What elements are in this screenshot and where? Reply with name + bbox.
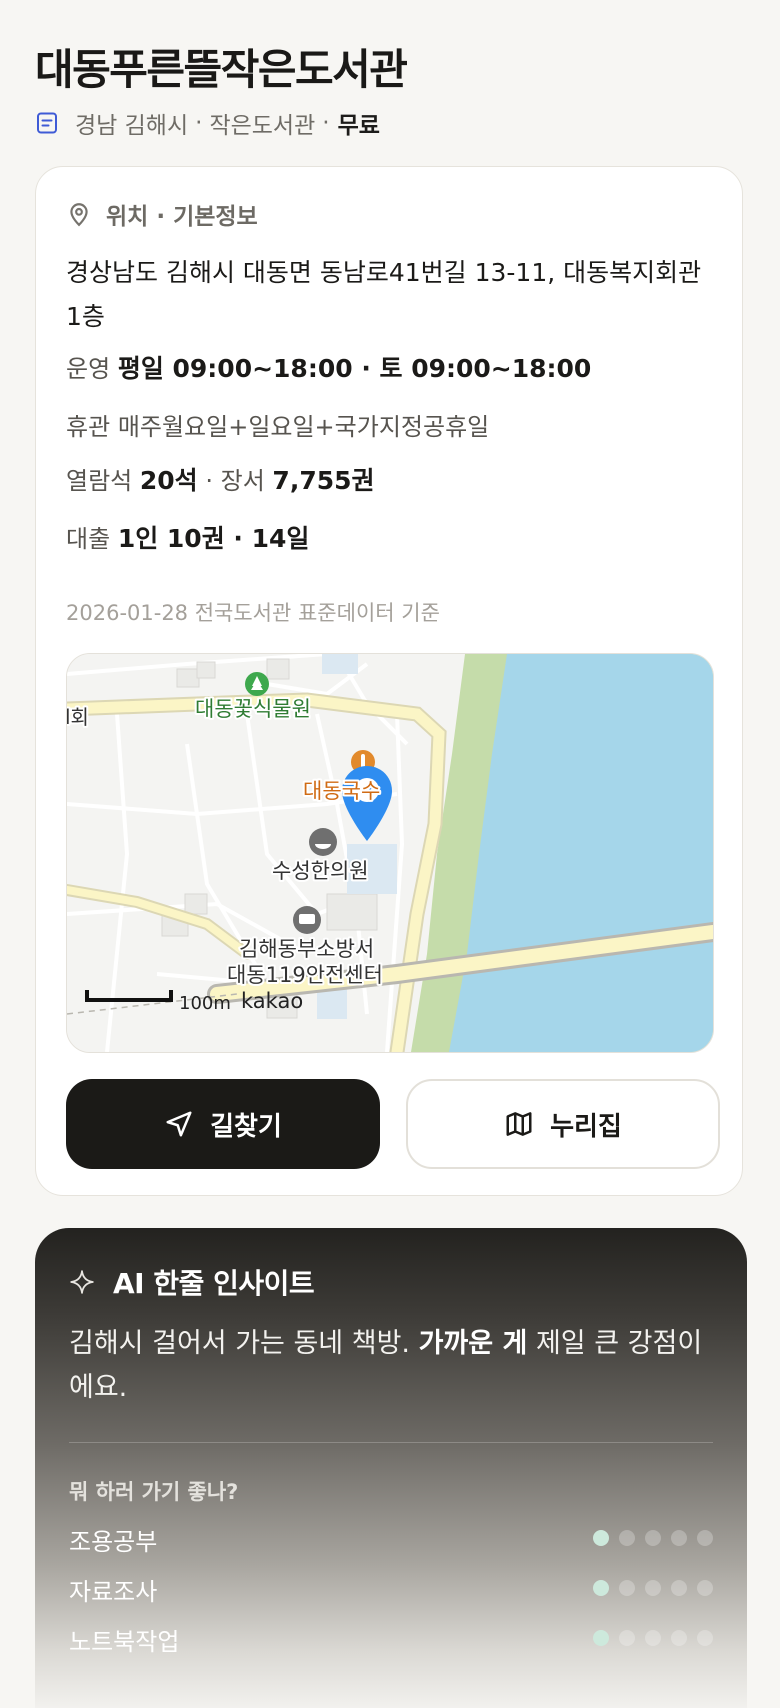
activity-question: 뭐 하러 가기 좋나?: [69, 1480, 239, 1504]
separator: ·: [205, 467, 213, 495]
ai-insight-title: AI 한줄 인사이트: [113, 1267, 315, 1300]
document-icon: [37, 112, 57, 134]
rating-dot: [619, 1580, 635, 1596]
hours-value: 평일 09:00~18:00 · 토 09:00~18:00: [117, 354, 592, 383]
activity-label: 노트북작업: [69, 1628, 180, 1656]
map-view[interactable]: 대동꽃식물원 l회 대동국수 수성한의원 김해동부소방서 대동119안전센터 1…: [66, 653, 714, 1053]
section-title: 위치 · 기본정보: [106, 204, 258, 230]
rating-dot: [593, 1530, 609, 1546]
rating-dot: [697, 1580, 713, 1596]
rating-dot: [645, 1580, 661, 1596]
hours-label: 운영: [66, 355, 111, 383]
divider: [69, 1442, 713, 1443]
hours-row: 운영 평일 09:00~18:00 · 토 09:00~18:00: [66, 349, 591, 385]
loan-row: 대출 1인 10권 · 14일: [66, 519, 309, 555]
activity-row: 노트북작업: [69, 1622, 713, 1656]
rating-dot: [697, 1530, 713, 1546]
rating-dot: [619, 1630, 635, 1646]
truck-glyph: [299, 914, 315, 924]
closed-value: 매주월요일+일요일+국가지정공휴일: [117, 413, 490, 441]
activity-row: 자료조사: [69, 1572, 713, 1606]
region-text: 경남 김해시: [75, 113, 189, 139]
library-meta: 경남 김해시 · 작은도서관 · 무료: [35, 106, 380, 140]
rating-dot: [671, 1630, 687, 1646]
activity-rating: [593, 1530, 713, 1546]
section-header: 위치 · 기본정보: [66, 197, 258, 231]
activity-rating: [593, 1580, 713, 1596]
map-canvas[interactable]: 대동꽃식물원 l회 대동국수 수성한의원 김해동부소방서 대동119안전센터 1…: [67, 654, 713, 1052]
seats-value: 20석: [139, 466, 198, 495]
data-source-note: 2026-01-28 전국도서관 표준데이터 기준: [66, 601, 440, 625]
rating-dot: [697, 1630, 713, 1646]
activity-label: 조용공부: [69, 1528, 158, 1556]
activity-row: 조용공부: [69, 1522, 713, 1556]
activity-label: 자료조사: [69, 1578, 158, 1606]
map-label-clinic: 수성한의원: [272, 859, 369, 883]
insight-highlight: 가까운 게: [418, 1328, 528, 1359]
ai-insight-card: AI 한줄 인사이트 김해시 걸어서 가는 동네 책방. 가까운 게 제일 큰 …: [35, 1228, 747, 1708]
info-card: 위치 · 기본정보 경상남도 김해시 대동면 동남로41번길 13-11, 대동…: [35, 166, 743, 1196]
website-button[interactable]: 누리집: [406, 1079, 720, 1169]
page-title: 대동푸른뜰작은도서관: [35, 45, 408, 94]
ai-insight-text: 김해시 걸어서 가는 동네 책방. 가까운 게 제일 큰 강점이에요.: [69, 1322, 709, 1410]
capacity-row: 열람석 20석 · 장서 7,755권: [66, 461, 375, 497]
address-text: 경상남도 김해시 대동면 동남로41번길 13-11, 대동복지회관 1층: [66, 258, 702, 331]
books-label: 장서: [220, 467, 265, 495]
ai-insight-header: AI 한줄 인사이트: [69, 1262, 315, 1302]
map-label-fire-station: 김해동부소방서: [239, 937, 374, 961]
map-provider-logo: kakao: [241, 989, 303, 1013]
map-icon: [506, 1112, 532, 1136]
rating-dot: [645, 1530, 661, 1546]
separator: ·: [322, 110, 330, 136]
closed-row: 휴관 매주월요일+일요일+국가지정공휴일: [66, 407, 489, 442]
clinic-icon: [309, 828, 337, 856]
scale-label: 100m: [179, 993, 231, 1014]
building-block: [322, 654, 358, 674]
map-label-restaurant: 대동국수: [303, 779, 380, 803]
rating-dot: [671, 1580, 687, 1596]
rating-dot: [593, 1580, 609, 1596]
map-label-safety-center: 대동119안전센터: [227, 963, 383, 987]
seats-label: 열람석: [66, 467, 133, 495]
directions-button[interactable]: 길찾기: [66, 1079, 380, 1169]
website-label: 누리집: [550, 1111, 622, 1142]
loan-value: 1인 10권 · 14일: [117, 524, 310, 553]
map-label-partial: l회: [67, 705, 89, 729]
directions-label: 길찾기: [210, 1111, 282, 1142]
closed-label: 휴관: [66, 413, 111, 441]
rating-dot: [645, 1630, 661, 1646]
activity-rating: [593, 1630, 713, 1646]
rating-dot: [593, 1630, 609, 1646]
fee-badge: 무료: [337, 113, 380, 139]
separator: ·: [195, 110, 203, 136]
building-block: [317, 989, 347, 1019]
map-label-botanical: 대동꽃식물원: [195, 697, 311, 721]
library-type-text: 작은도서관: [209, 113, 316, 139]
navigation-arrow-icon: [166, 1111, 192, 1137]
location-pin-icon: [70, 203, 88, 227]
rating-dot: [619, 1530, 635, 1546]
rating-dot: [671, 1530, 687, 1546]
sparkle-icon: [70, 1270, 94, 1294]
books-value: 7,755권: [272, 466, 375, 495]
loan-label: 대출: [66, 525, 111, 553]
insight-text-part: 김해시 걸어서 가는 동네 책방.: [69, 1328, 410, 1359]
